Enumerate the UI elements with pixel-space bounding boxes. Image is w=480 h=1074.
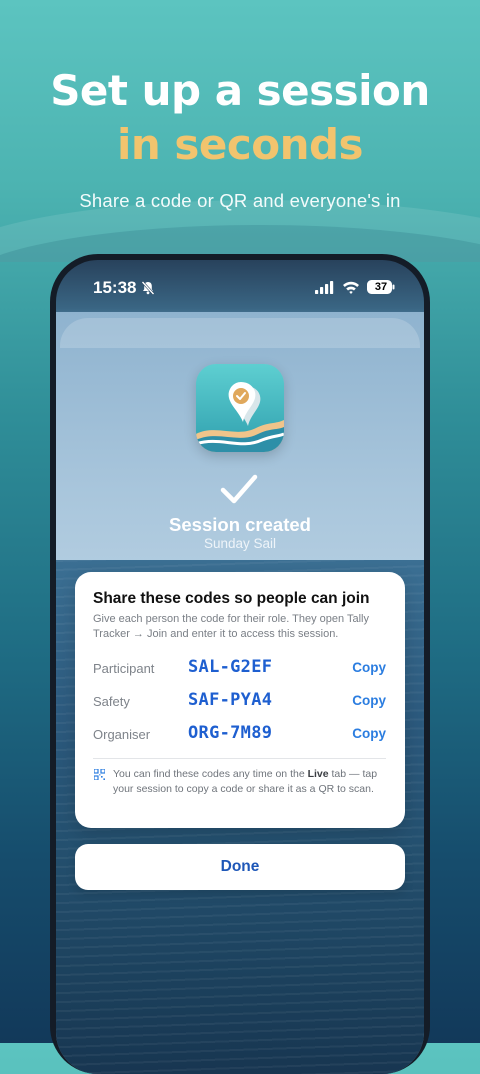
note-text: You can find these codes any time on the (113, 768, 308, 780)
hero-subtitle: Share a code or QR and everyone's in (79, 190, 401, 211)
live-tab-reference: Live (307, 768, 329, 780)
card-title: Share these codes so people can join (93, 590, 370, 607)
code-row-organiser: Organiser ORG-7M89 Copy (75, 721, 405, 749)
qr-code-icon (94, 769, 105, 780)
code-row-safety: Safety SAF-PYA4 Copy (75, 688, 405, 716)
success-checkmark-icon (220, 474, 258, 504)
status-bar: 15:38 37 (56, 278, 424, 302)
headline-line-1: Set up a session (50, 66, 430, 115)
status-time: 15:38 (93, 278, 137, 297)
session-name: Sunday Sail (203, 536, 277, 551)
role-label: Organiser (93, 727, 151, 742)
headline-line-2: in seconds (116, 120, 364, 169)
phone-screen: 15:38 37 Session created Sunday Sail Sha… (56, 260, 424, 1074)
role-label: Participant (93, 661, 155, 676)
copy-safety-button[interactable]: Copy (352, 693, 386, 708)
silent-bell-icon (141, 281, 155, 295)
app-logo-icon (196, 364, 284, 452)
role-label: Safety (93, 694, 130, 709)
wifi-icon (343, 281, 359, 294)
participant-code: SAL-G2EF (188, 657, 273, 677)
codes-location-note: You can find these codes any time on the… (113, 767, 387, 797)
hero-banner: Set up a session in seconds Share a code… (0, 0, 480, 262)
share-codes-card: Share these codes so people can join Giv… (75, 572, 405, 828)
done-button[interactable]: Done (75, 844, 405, 890)
session-created-title: Session created (169, 514, 311, 535)
organiser-code: ORG-7M89 (188, 723, 273, 743)
card-description: Give each person the code for their role… (93, 613, 369, 640)
code-row-participant: Participant SAL-G2EF Copy (75, 655, 405, 683)
battery-level: 37 (374, 281, 388, 293)
safety-code: SAF-PYA4 (188, 690, 273, 710)
sheet-edge (60, 318, 420, 348)
copy-participant-button[interactable]: Copy (352, 660, 386, 675)
phone-frame: 15:38 37 Session created Sunday Sail Sha… (50, 254, 430, 1074)
card-divider (93, 758, 386, 759)
copy-organiser-button[interactable]: Copy (352, 726, 386, 741)
cellular-signal-icon (315, 281, 334, 294)
